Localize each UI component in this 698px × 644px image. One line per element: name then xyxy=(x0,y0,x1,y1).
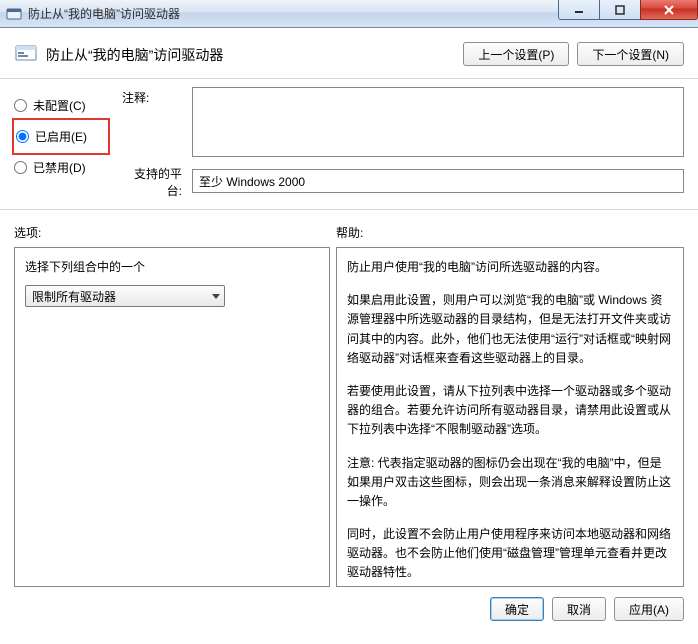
policy-icon xyxy=(14,42,38,66)
help-paragraph: 同时，此设置不会防止用户使用程序来访问本地驱动器和网络驱动器。也不会防止他们使用… xyxy=(347,525,673,583)
drive-restriction-combobox[interactable]: 限制所有驱动器 xyxy=(25,285,225,307)
dialog-header: 防止从“我的电脑”访问驱动器 上一个设置(P) 下一个设置(N) xyxy=(0,28,698,79)
supported-platform-label: 支持的平台: xyxy=(122,163,192,199)
radio-not-configured-input[interactable] xyxy=(14,99,27,112)
cancel-button[interactable]: 取消 xyxy=(552,597,606,621)
next-setting-button[interactable]: 下一个设置(N) xyxy=(577,42,684,66)
options-prompt: 选择下列组合中的一个 xyxy=(25,258,319,275)
options-section-label: 选项: xyxy=(14,224,336,241)
state-radio-group: 未配置(C) 已启用(E) 已禁用(D) xyxy=(14,87,104,199)
apply-button[interactable]: 应用(A) xyxy=(614,597,684,621)
help-section-label: 帮助: xyxy=(336,224,363,241)
radio-enabled-highlight: 已启用(E) xyxy=(12,118,110,155)
options-panel: 选择下列组合中的一个 限制所有驱动器 xyxy=(14,247,330,587)
radio-disabled-input[interactable] xyxy=(14,161,27,174)
radio-disabled[interactable]: 已禁用(D) xyxy=(14,159,104,176)
radio-not-configured[interactable]: 未配置(C) xyxy=(14,97,104,114)
drive-restriction-selected: 限制所有驱动器 xyxy=(32,288,116,305)
comment-label: 注释: xyxy=(122,87,192,157)
dialog-title: 防止从“我的电脑”访问驱动器 xyxy=(46,42,463,65)
radio-enabled[interactable]: 已启用(E) xyxy=(16,128,102,145)
ok-button[interactable]: 确定 xyxy=(490,597,544,621)
comment-textarea[interactable] xyxy=(192,87,684,157)
help-paragraph: 如果启用此设置，则用户可以浏览“我的电脑”或 Windows 资源管理器中所选驱… xyxy=(347,291,673,368)
help-paragraph: 注意: 代表指定驱动器的图标仍会出现在“我的电脑”中，但是如果用户双击这些图标，… xyxy=(347,454,673,512)
radio-enabled-label: 已启用(E) xyxy=(35,128,87,145)
previous-setting-button[interactable]: 上一个设置(P) xyxy=(463,42,569,66)
help-panel: 防止用户使用“我的电脑”访问所选驱动器的内容。 如果启用此设置，则用户可以浏览“… xyxy=(336,247,684,587)
window-minimize-button[interactable] xyxy=(558,0,600,20)
radio-disabled-label: 已禁用(D) xyxy=(33,159,86,176)
help-paragraph: 防止用户使用“我的电脑”访问所选驱动器的内容。 xyxy=(347,258,673,277)
radio-enabled-input[interactable] xyxy=(16,130,29,143)
window-close-button[interactable] xyxy=(640,0,698,20)
help-paragraph: 若要使用此设置，请从下拉列表中选择一个驱动器或多个驱动器的组合。若要允许访问所有… xyxy=(347,382,673,440)
window-favicon xyxy=(6,6,22,22)
radio-not-configured-label: 未配置(C) xyxy=(33,97,86,114)
supported-platform-value: 至少 Windows 2000 xyxy=(192,169,684,193)
window-titlebar: 防止从“我的电脑”访问驱动器 xyxy=(0,0,698,28)
chevron-down-icon xyxy=(212,294,220,299)
window-title: 防止从“我的电脑”访问驱动器 xyxy=(28,5,180,22)
dialog-footer: 确定 取消 应用(A) xyxy=(0,587,698,631)
window-maximize-button[interactable] xyxy=(599,0,641,20)
